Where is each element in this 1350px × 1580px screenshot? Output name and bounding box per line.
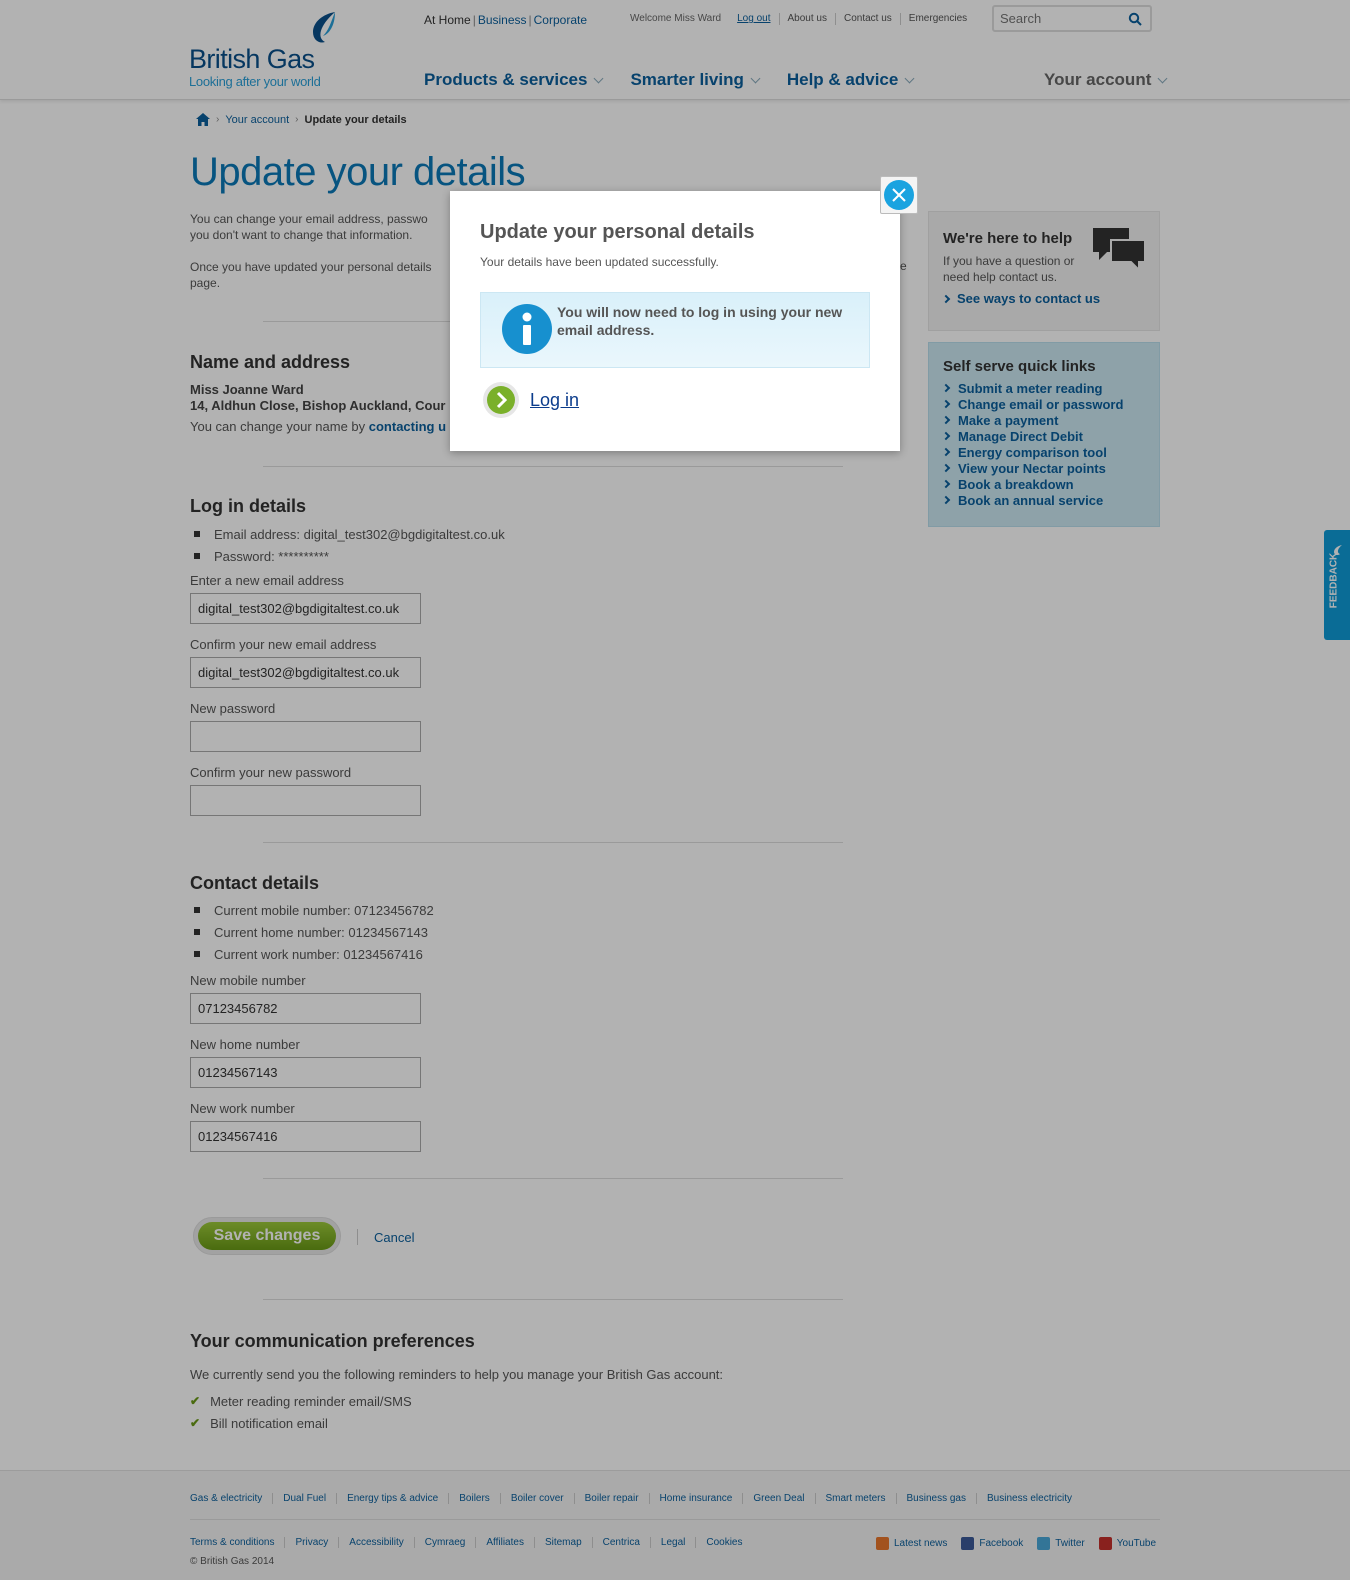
arrow-right-icon[interactable] — [482, 381, 520, 419]
log-in-link[interactable]: Log in — [530, 390, 579, 411]
info-text: You will now need to log in using your n… — [557, 304, 843, 338]
modal-title: Update your personal details — [480, 221, 755, 243]
info-icon — [502, 304, 552, 354]
close-icon — [884, 180, 914, 210]
login-row: Log in — [482, 381, 579, 419]
info-message: You will now need to log in using your n… — [480, 292, 870, 368]
modal-close-button[interactable] — [880, 176, 918, 214]
modal-subtitle: Your details have been updated successfu… — [480, 255, 719, 269]
update-details-modal: Update your personal details Your detail… — [450, 191, 900, 451]
